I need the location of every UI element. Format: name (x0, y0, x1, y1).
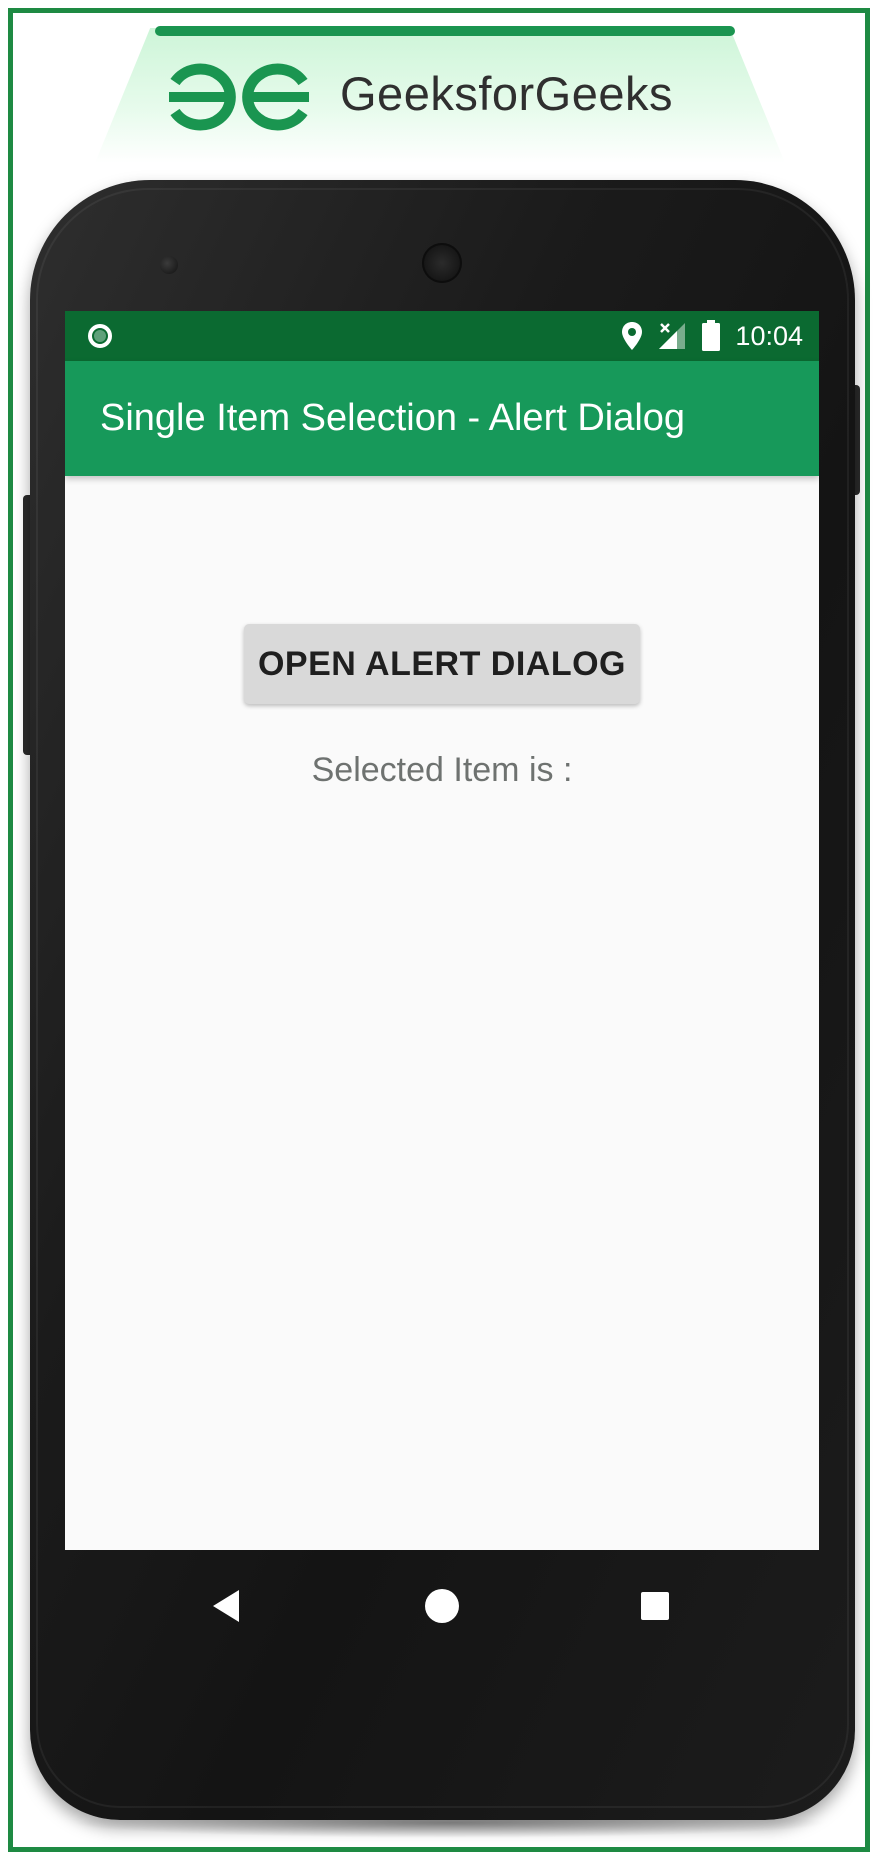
navigation-bar (65, 1550, 819, 1660)
earpiece-speaker (422, 243, 462, 283)
notification-dot-icon (88, 324, 112, 348)
front-camera (160, 256, 178, 274)
app-bar: Single Item Selection - Alert Dialog (65, 361, 819, 476)
banner-top-line (155, 26, 735, 36)
signal-no-sim-icon (659, 323, 686, 349)
home-icon (425, 1589, 459, 1623)
battery-icon (702, 320, 721, 351)
open-alert-dialog-button[interactable]: OPEN ALERT DIALOG (244, 624, 640, 704)
device-screen: 10:04 Single Item Selection - Alert Dial… (65, 311, 819, 1550)
recents-button[interactable] (627, 1578, 683, 1634)
recents-icon (641, 1592, 669, 1620)
location-icon (622, 322, 643, 350)
status-bar: 10:04 (65, 311, 819, 361)
status-time: 10:04 (735, 320, 803, 351)
brand-name: GeeksforGeeks (340, 67, 674, 120)
status-icons: 10:04 (621, 311, 803, 361)
app-title: Single Item Selection - Alert Dialog (100, 397, 686, 439)
gfg-logo-icon (169, 63, 309, 131)
selected-item-label: Selected Item is : (311, 751, 573, 789)
home-button[interactable] (414, 1578, 470, 1634)
back-button[interactable] (198, 1578, 254, 1634)
back-icon (213, 1590, 239, 1622)
